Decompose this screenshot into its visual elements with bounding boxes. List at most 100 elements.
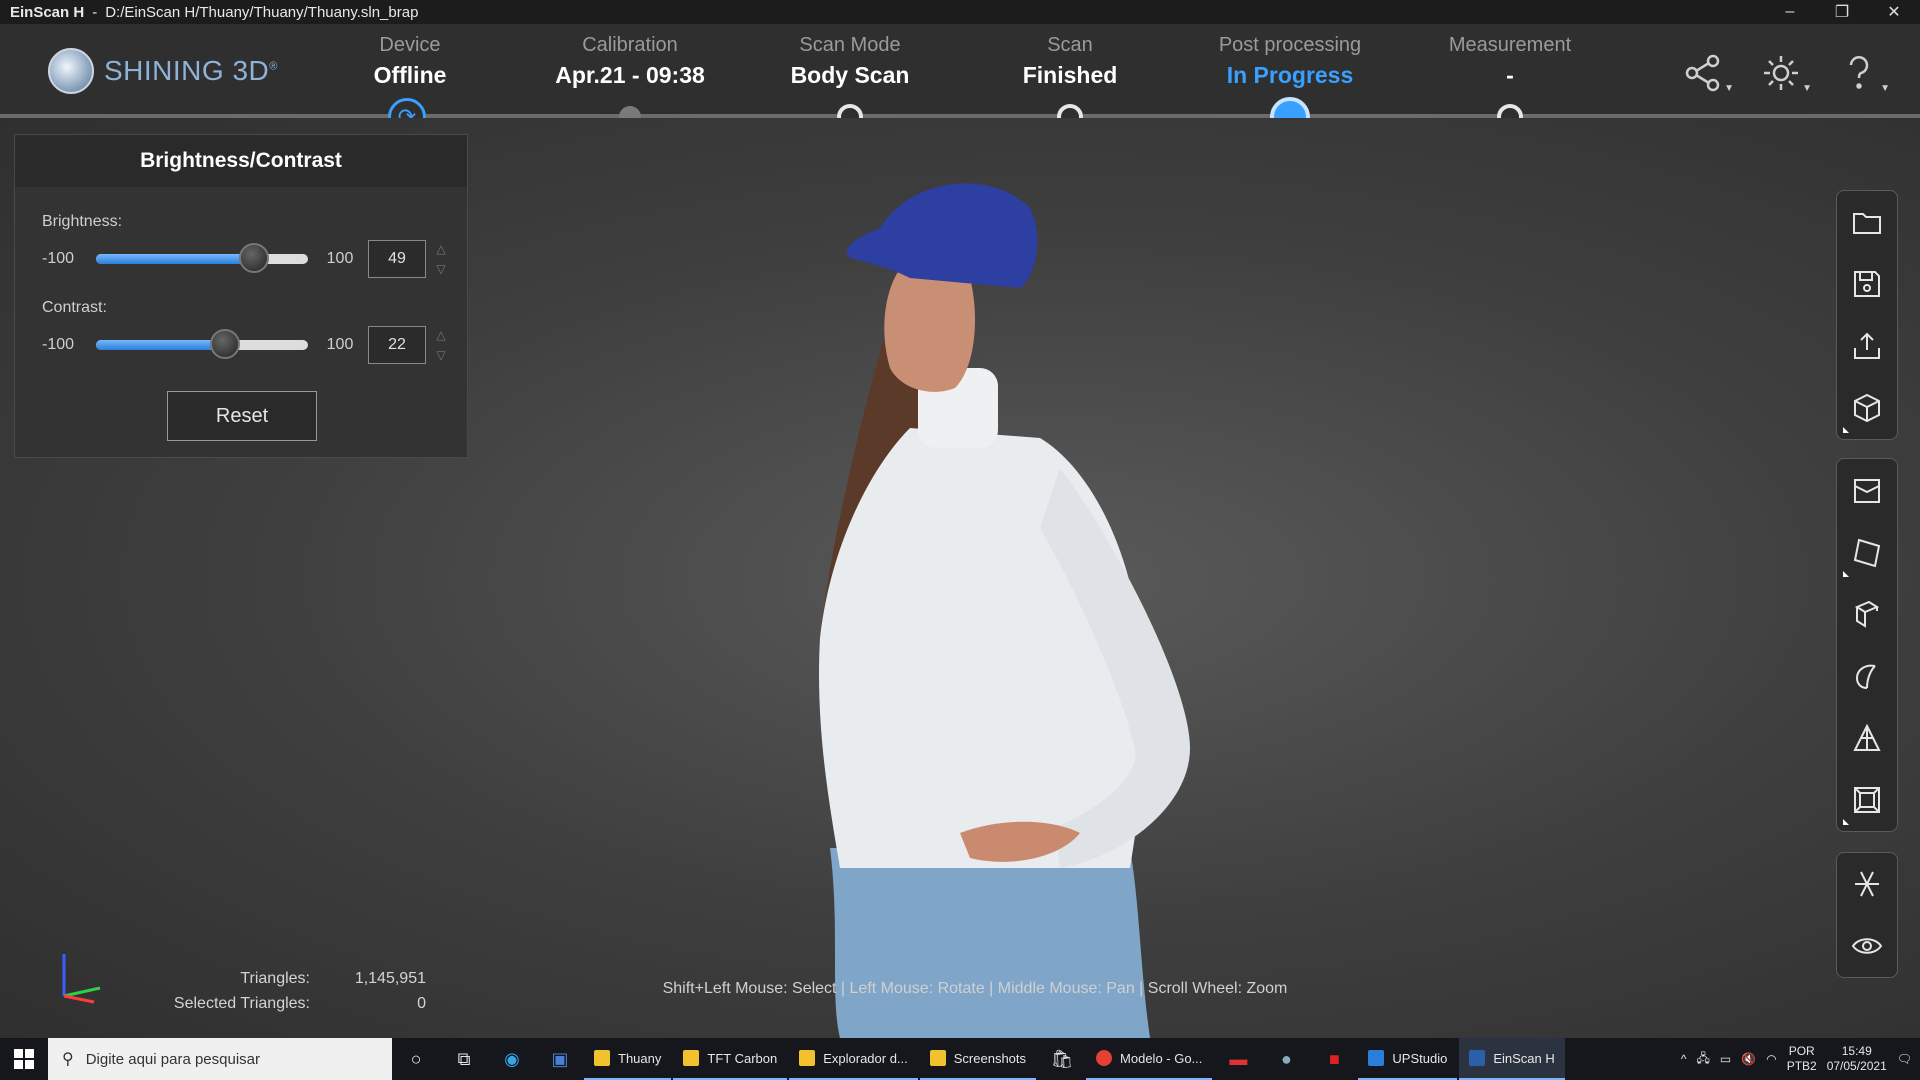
- box-select-icon[interactable]: [1837, 583, 1897, 645]
- contrast-label: Contrast:: [42, 299, 107, 316]
- step-label: Post processing: [1218, 34, 1362, 56]
- taskbar-app-label: Explorador d...: [823, 1050, 908, 1066]
- step-value: Finished: [1022, 62, 1118, 88]
- settings-icon[interactable]: ▼: [1760, 52, 1812, 94]
- symmetry-icon[interactable]: [1837, 853, 1897, 915]
- clock[interactable]: 15:49 07/05/2021: [1827, 1044, 1887, 1074]
- edit-toolbar: [1836, 458, 1898, 832]
- share-icon[interactable]: ▼: [1682, 52, 1734, 94]
- taskbar-search-box[interactable]: ⚲ Digite aqui para pesquisar: [48, 1038, 392, 1080]
- volume-mute-icon[interactable]: 🔇: [1741, 1052, 1756, 1066]
- pinned-app-icon[interactable]: ▣: [536, 1038, 584, 1080]
- close-button[interactable]: ✕: [1868, 0, 1920, 24]
- chrome-icon: [1096, 1050, 1113, 1066]
- contrast-stepper[interactable]: △ ▽: [432, 326, 450, 364]
- reset-button[interactable]: Reset: [167, 391, 317, 441]
- battery-icon[interactable]: ▭: [1720, 1052, 1731, 1066]
- contrast-slider-handle[interactable]: [210, 329, 241, 359]
- triangle-icon[interactable]: [1837, 707, 1897, 769]
- title-bar: EinScan H - D:/EinScan H/Thuany/Thuany/T…: [0, 0, 1920, 24]
- taskbar-app-chrome[interactable]: Modelo - Go...: [1086, 1038, 1213, 1080]
- plane-cut-icon[interactable]: [1837, 521, 1897, 583]
- einscan-pinned-icon[interactable]: ●: [1262, 1038, 1310, 1080]
- view-toolbar: [1836, 852, 1898, 978]
- app-name: EinScan H: [10, 3, 85, 21]
- search-icon: ⚲: [62, 1051, 74, 1068]
- taskbar-app-thuany[interactable]: Thuany: [584, 1038, 672, 1080]
- edge-icon[interactable]: ◉: [488, 1038, 536, 1080]
- clock-time: 15:49: [1841, 1044, 1872, 1058]
- mesh-cube-icon[interactable]: [1837, 377, 1897, 439]
- eye-icon[interactable]: [1837, 915, 1897, 977]
- language-indicator[interactable]: POR PTB2: [1787, 1044, 1817, 1074]
- header-tools: ▼ ▼ ▼: [1682, 52, 1890, 94]
- step-value: Offline: [373, 62, 447, 88]
- spin-down-icon[interactable]: ▽: [432, 260, 450, 278]
- windows-taskbar: ⚲ Digite aqui para pesquisar ○ ⧉ ◉ ▣ Thu…: [0, 1038, 1920, 1080]
- spin-down-icon[interactable]: ▽: [432, 346, 450, 364]
- step-label: Calibration: [582, 34, 678, 56]
- contrast-value-input[interactable]: 22: [368, 326, 426, 364]
- chevron-up-icon[interactable]: ^: [1681, 1052, 1687, 1066]
- brightness-value-input[interactable]: 49: [368, 240, 426, 278]
- step-label: Scan: [1047, 34, 1093, 56]
- save-icon[interactable]: [1837, 253, 1897, 315]
- taskbar-app-explorer[interactable]: Explorador d...: [789, 1038, 918, 1080]
- solidworks-icon[interactable]: ■: [1310, 1038, 1358, 1080]
- brightness-slider[interactable]: [96, 243, 308, 273]
- contrast-slider[interactable]: [96, 329, 308, 359]
- pinned-app-icon[interactable]: ▬: [1214, 1038, 1262, 1080]
- brightness-max: 100: [326, 250, 354, 267]
- step-value: -: [1506, 62, 1514, 88]
- help-icon[interactable]: ▼: [1838, 52, 1890, 94]
- scanned-body-model[interactable]: [760, 168, 1320, 1038]
- brightness-contrast-panel: Brightness/Contrast Brightness: -100 100…: [14, 134, 468, 458]
- step-value: Apr.21 - 09:38: [555, 62, 705, 88]
- step-value: In Progress: [1226, 62, 1354, 88]
- export-icon[interactable]: [1837, 315, 1897, 377]
- store-icon[interactable]: 🛍: [1038, 1038, 1086, 1080]
- taskbar-app-label: EinScan H: [1493, 1050, 1555, 1066]
- step-device[interactable]: Device Offline: [300, 34, 520, 89]
- minimize-button[interactable]: –: [1764, 0, 1816, 24]
- crop-box-icon[interactable]: [1837, 459, 1897, 521]
- restore-button[interactable]: ❐: [1816, 0, 1868, 24]
- taskbar-app-screenshots[interactable]: Screenshots: [919, 1038, 1037, 1080]
- step-calibration[interactable]: Calibration Apr.21 - 09:38: [520, 34, 740, 89]
- taskbar-app-einscan[interactable]: EinScan H: [1459, 1038, 1565, 1080]
- notifications-icon[interactable]: 🗨: [1897, 1052, 1912, 1066]
- brightness-label: Brightness:: [42, 213, 123, 230]
- system-tray: ^ 🖧 ▭ 🔇 ◠ POR PTB2 15:49 07/05/2021 🗨: [1681, 1044, 1920, 1074]
- start-button[interactable]: [0, 1038, 48, 1080]
- keyboard-layout: PTB2: [1786, 1059, 1817, 1073]
- upstudio-icon: [1368, 1050, 1385, 1066]
- save-model-icon[interactable]: [1837, 769, 1897, 831]
- network-icon[interactable]: 🖧: [1697, 1049, 1710, 1070]
- taskbar-app-tft-carbon[interactable]: TFT Carbon: [673, 1038, 788, 1080]
- taskbar-app-label: Thuany: [618, 1050, 662, 1066]
- cortana-icon[interactable]: ○: [392, 1038, 440, 1080]
- brightness-slider-handle[interactable]: [238, 243, 269, 273]
- step-scan-mode[interactable]: Scan Mode Body Scan: [740, 34, 960, 89]
- windows-logo-icon: [14, 1049, 34, 1069]
- lasso-icon[interactable]: [1837, 645, 1897, 707]
- spin-up-icon[interactable]: △: [432, 326, 450, 344]
- open-folder-icon[interactable]: [1837, 191, 1897, 253]
- step-measurement[interactable]: Measurement -: [1400, 34, 1620, 89]
- spin-up-icon[interactable]: △: [432, 240, 450, 258]
- workflow-steps: Device Offline ⟳ Calibration Apr.21 - 09…: [0, 24, 1920, 137]
- brightness-stepper[interactable]: △ ▽: [432, 240, 450, 278]
- taskbar-app-upstudio[interactable]: UPStudio: [1358, 1038, 1458, 1080]
- step-scan[interactable]: Scan Finished: [960, 34, 1180, 89]
- step-label: Device: [379, 34, 441, 56]
- contrast-min: -100: [42, 336, 75, 353]
- step-post-processing[interactable]: Post processing In Progress: [1180, 34, 1400, 89]
- step-value: Body Scan: [790, 62, 910, 88]
- task-view-icon[interactable]: ⧉: [440, 1038, 488, 1080]
- taskbar-app-label: UPStudio: [1392, 1050, 1448, 1066]
- wifi-icon[interactable]: ◠: [1766, 1052, 1776, 1066]
- window-controls: – ❐ ✕: [1764, 0, 1920, 24]
- clock-date: 07/05/2021: [1826, 1059, 1887, 1073]
- brightness-row: -100 100 49 △ ▽: [42, 240, 462, 278]
- search-placeholder: Digite aqui para pesquisar: [85, 1050, 260, 1068]
